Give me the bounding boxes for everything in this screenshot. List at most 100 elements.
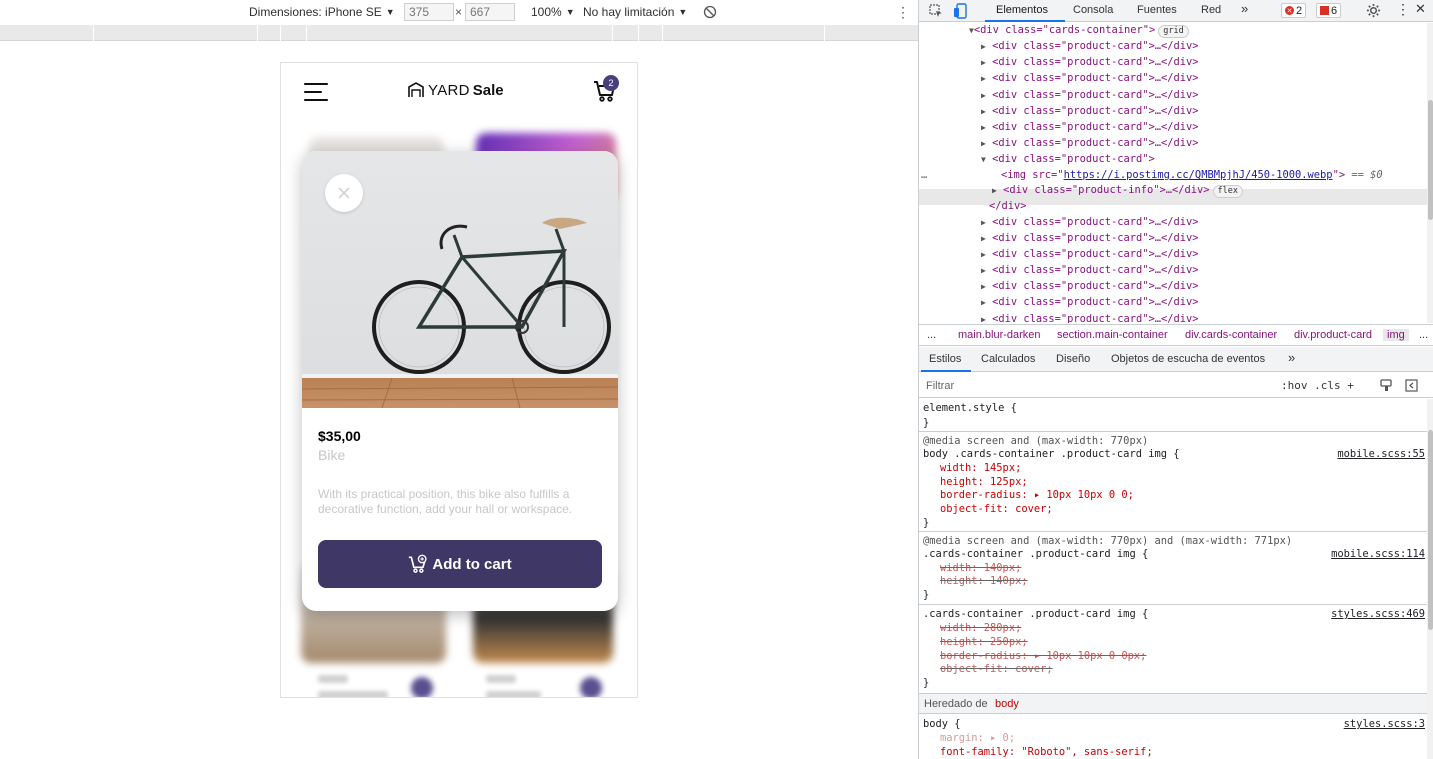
breadcrumb-main[interactable]: main.blur-darken (958, 329, 1041, 341)
active-style-tab-indicator (921, 370, 971, 372)
inspect-element-icon[interactable] (929, 4, 943, 18)
logo[interactable]: YARD Sale (407, 81, 504, 99)
tab-network[interactable]: Red (1201, 4, 1221, 16)
source-link[interactable]: mobile.scss:55 (1337, 447, 1425, 461)
rule-selector[interactable]: body { (923, 717, 961, 731)
css-declaration[interactable]: width: 145px; (940, 461, 1021, 475)
dom-node-img-selected[interactable]: <img src="https://i.postimg.cc/QMBMpjhJ/… (1001, 167, 1383, 183)
dom-node-product-card[interactable]: ▶ <div class="product-card">…</div> (981, 87, 1199, 103)
tab-computed[interactable]: Calculados (981, 353, 1035, 365)
filter-tools[interactable]: :hov .cls + (1281, 379, 1354, 392)
navbar: YARD Sale 2 (281, 63, 637, 121)
more-options-icon[interactable]: ⋮ (1396, 1, 1410, 18)
css-declaration-overridden[interactable]: object-fit: cover; (940, 662, 1053, 676)
dom-node-product-info[interactable]: ▶ <div class="product-info">…</div> flex (992, 182, 1244, 198)
rule-selector[interactable]: .cards-container .product-card img { (923, 607, 1148, 621)
css-declaration-overridden[interactable]: border-radius: ▸ 10px 10px 0 0px; (940, 649, 1146, 663)
dom-node-product-card[interactable]: ▶ <div class="product-card">…</div> (981, 135, 1199, 151)
width-input[interactable]: 375 (404, 3, 454, 21)
dom-node-product-card[interactable]: ▶ <div class="product-card">…</div> (981, 214, 1199, 230)
add-to-cart-button[interactable]: Add to cart (318, 540, 602, 588)
css-declaration-inactive[interactable]: margin: ▸ 0; (940, 731, 1015, 745)
styles-filter-bar: Filtrar :hov .cls + (919, 373, 1433, 398)
element-style-selector[interactable]: element.style { (923, 401, 1017, 415)
settings-gear-icon[interactable] (1366, 3, 1381, 18)
tab-event-listeners[interactable]: Objetos de escucha de eventos (1111, 353, 1265, 365)
filter-input[interactable]: Filtrar (926, 380, 954, 392)
css-declaration-overridden[interactable]: width: 280px; (940, 621, 1021, 635)
source-link[interactable]: styles.scss:3 (1344, 717, 1425, 731)
rule-selector[interactable]: .cards-container .product-card img { (923, 547, 1148, 561)
breadcrumb-more[interactable]: ... (927, 329, 936, 341)
dom-node-product-card[interactable]: ▶ <div class="product-card">…</div> (981, 230, 1199, 246)
css-declaration-overridden[interactable]: height: 250px; (940, 635, 1028, 649)
css-declaration[interactable]: height: 125px; (940, 475, 1028, 489)
dom-node-product-card-open[interactable]: ▼ <div class="product-card"> (981, 151, 1155, 167)
rule-close: } (923, 677, 930, 689)
source-link[interactable]: mobile.scss:114 (1331, 547, 1425, 561)
issues-badge[interactable]: 6 (1316, 3, 1342, 18)
background-add-button (580, 677, 602, 697)
image-url-link[interactable]: https://i.postimg.cc/QMBMpjhJ/450-1000.w… (1064, 169, 1333, 181)
rule-selector[interactable]: body .cards-container .product-card img … (923, 447, 1179, 461)
close-button[interactable] (325, 174, 363, 212)
breadcrumb-more-right[interactable]: ... (1419, 329, 1428, 341)
tab-elements[interactable]: Elementos (996, 4, 1048, 16)
caret-down-icon: ▼ (565, 7, 575, 17)
dom-node-product-card[interactable]: ▶ <div class="product-card">…</div> (981, 70, 1199, 86)
dom-node-product-card[interactable]: ▶ <div class="product-card">…</div> (981, 262, 1199, 278)
height-input[interactable]: 667 (465, 3, 515, 21)
tab-sources[interactable]: Fuentes (1137, 4, 1177, 16)
breadcrumb-section[interactable]: section.main-container (1057, 329, 1168, 341)
dom-node-cards-container[interactable]: ▼<div class="cards-container"> grid (969, 23, 1189, 38)
dom-node-product-card[interactable]: ▶ <div class="product-card">…</div> (981, 103, 1199, 119)
css-declaration[interactable]: font-family: "Roboto", sans-serif; (940, 745, 1153, 759)
rule-close: } (923, 417, 930, 429)
sidebar-toggle-icon[interactable] (1405, 379, 1418, 392)
inherited-from-link[interactable]: body (995, 698, 1019, 710)
tab-console[interactable]: Consola (1073, 4, 1113, 16)
dom-scrollbar-thumb[interactable] (1428, 100, 1433, 220)
zoom-select[interactable]: 100% ▼ (531, 3, 575, 21)
breadcrumb-cards-container[interactable]: div.cards-container (1185, 329, 1277, 341)
css-declaration-overridden[interactable]: width: 140px; (940, 561, 1021, 575)
dom-node-product-card[interactable]: ▶ <div class="product-card">…</div> (981, 119, 1199, 135)
dom-node-product-card[interactable]: ▶ <div class="product-card">…</div> (981, 54, 1199, 70)
more-style-tabs-icon[interactable]: » (1288, 350, 1295, 365)
source-link[interactable]: styles.scss:469 (1331, 607, 1425, 621)
active-tab-indicator (985, 20, 1065, 22)
css-declaration[interactable]: border-radius: ▸ 10px 10px 0 0; (940, 488, 1134, 502)
dom-node-product-card[interactable]: ▶ <div class="product-card">…</div> (981, 311, 1199, 323)
screen: Dimensiones: iPhone SE ▼ 375 × 667 100% … (0, 0, 1433, 759)
rotate-icon[interactable] (703, 3, 717, 21)
tab-layout[interactable]: Diseño (1056, 353, 1090, 365)
more-tabs-icon[interactable]: » (1241, 1, 1248, 16)
flex-pill[interactable]: flex (1212, 185, 1244, 198)
errors-badge[interactable]: ✕ 2 (1281, 3, 1307, 18)
issues-count: 6 (1331, 4, 1338, 17)
dom-node-product-card[interactable]: ▶ <div class="product-card">…</div> (981, 38, 1199, 54)
breadcrumb-product-card[interactable]: div.product-card (1294, 329, 1372, 341)
dom-node-product-card[interactable]: ▶ <div class="product-card">…</div> (981, 294, 1199, 310)
breadcrumb-img[interactable]: img (1383, 329, 1409, 341)
throttle-select[interactable]: No hay limitación ▼ (583, 3, 687, 21)
paint-icon[interactable] (1380, 379, 1393, 392)
inherited-rule: body { styles.scss:3 margin: ▸ 0; font-f… (919, 715, 1427, 759)
more-options-icon[interactable]: ⋮ (896, 3, 910, 21)
device-toggle-icon[interactable] (953, 3, 967, 19)
times-sign: × (455, 5, 463, 19)
styles-scrollbar-thumb[interactable] (1428, 430, 1433, 630)
tab-styles[interactable]: Estilos (929, 353, 961, 365)
dom-node-product-card[interactable]: ▶ <div class="product-card">…</div> (981, 246, 1199, 262)
css-declaration-overridden[interactable]: height: 140px; (940, 574, 1028, 588)
background-name (318, 691, 388, 697)
css-declaration[interactable]: object-fit: cover; (940, 502, 1053, 516)
ellipsis-icon[interactable]: … (921, 167, 927, 183)
device-viewport: Dimensiones: iPhone SE ▼ 375 × 667 100% … (0, 0, 918, 759)
grid-pill[interactable]: grid (1158, 25, 1189, 38)
caret-down-icon: ▼ (385, 7, 395, 17)
device-select[interactable]: Dimensiones: iPhone SE ▼ (249, 3, 395, 21)
hamburger-menu-icon[interactable] (304, 82, 328, 102)
close-devtools-icon[interactable]: ✕ (1415, 1, 1426, 17)
dom-node-product-card[interactable]: ▶ <div class="product-card">…</div> (981, 278, 1199, 294)
